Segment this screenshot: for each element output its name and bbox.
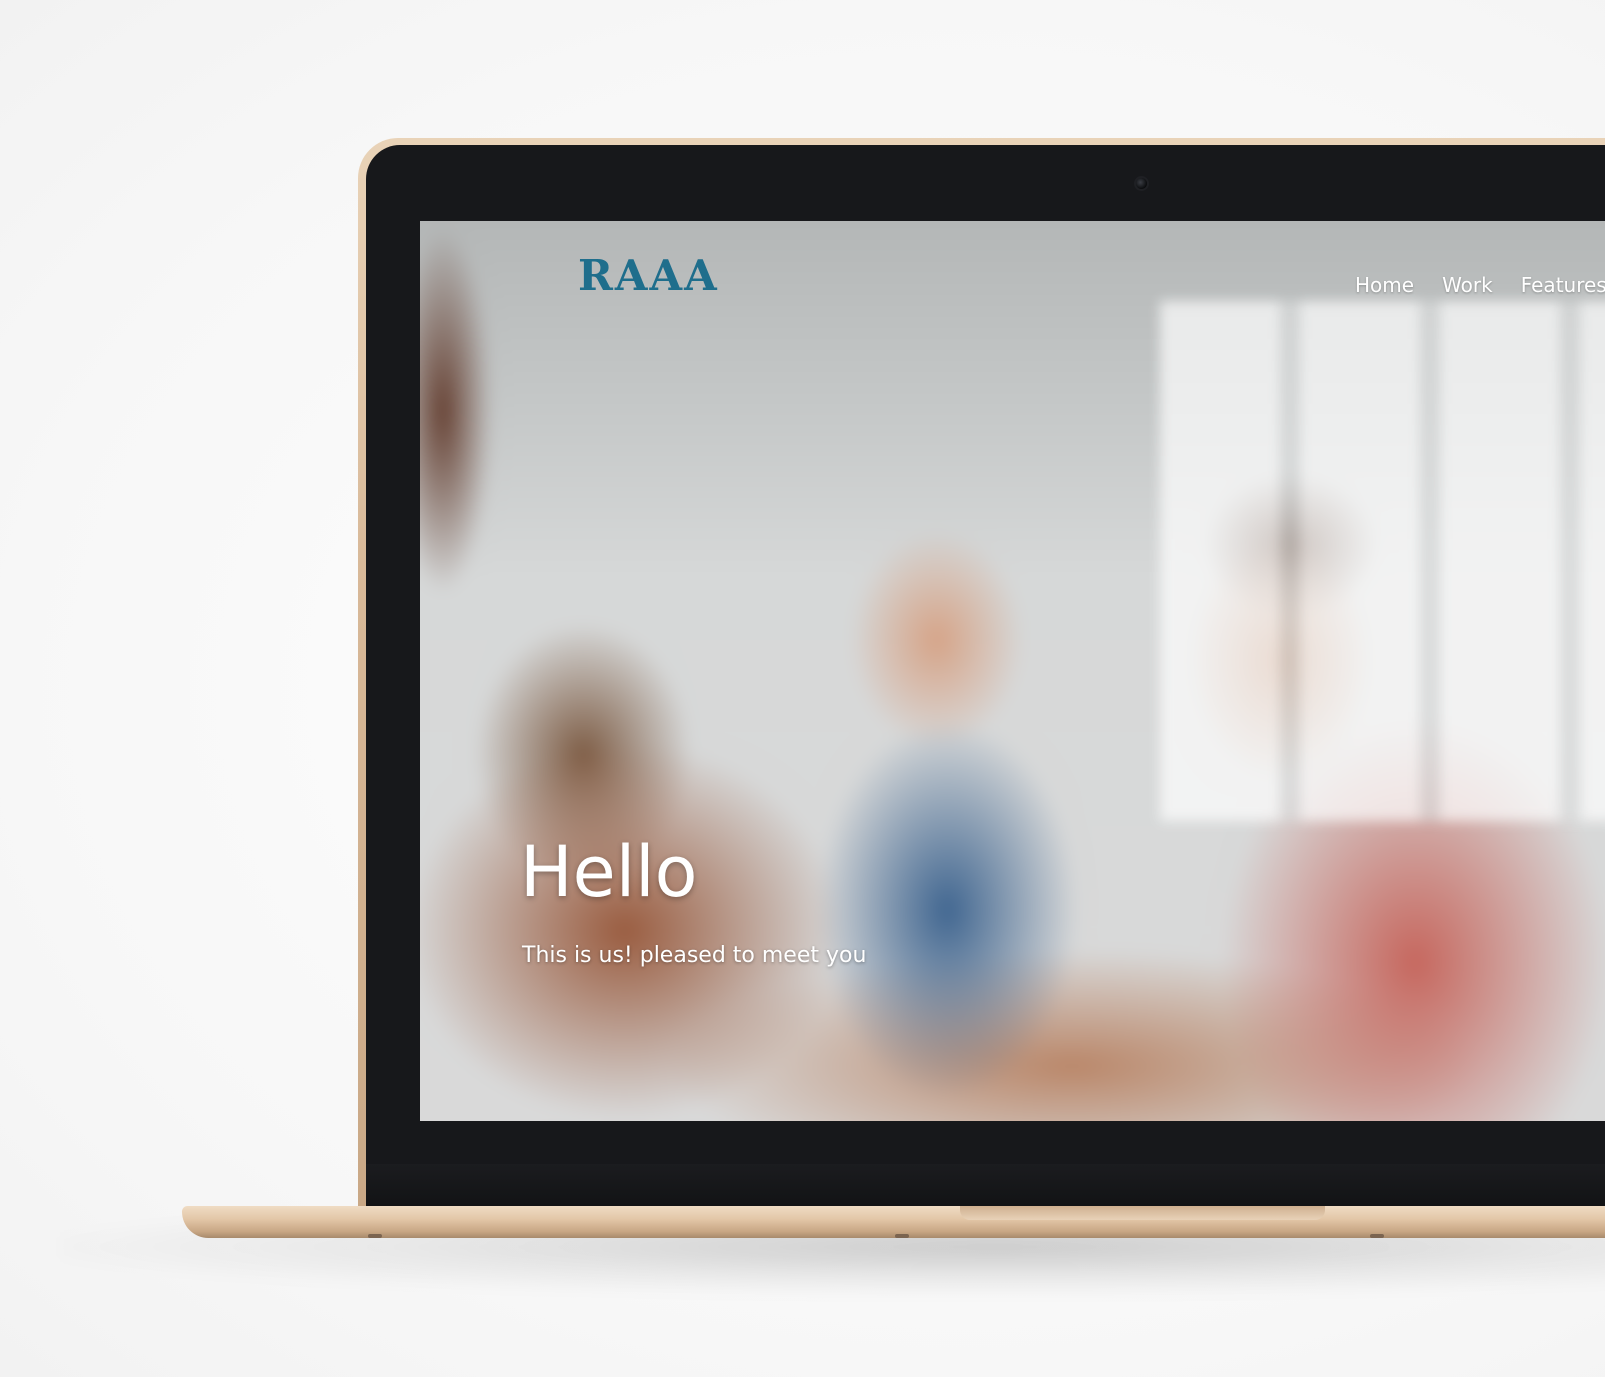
hero-background-window [1160, 301, 1605, 821]
laptop-base-notch [960, 1206, 1325, 1220]
laptop-foot [895, 1234, 909, 1238]
hero-title: Hello [520, 831, 698, 913]
nav-item-work[interactable]: Work [1442, 273, 1493, 297]
laptop-foot [1370, 1234, 1384, 1238]
laptop-foot [368, 1234, 382, 1238]
main-nav: Home Work Features [1355, 273, 1605, 297]
bezel-chin [366, 1164, 1605, 1206]
nav-item-features[interactable]: Features [1521, 273, 1605, 297]
webcam-icon [1136, 178, 1147, 189]
site-logo[interactable]: RAAA [578, 251, 719, 300]
hero-subtitle: This is us! pleased to meet you [522, 943, 867, 968]
nav-item-home[interactable]: Home [1355, 273, 1414, 297]
website-screen: RAAA Home Work Features Hello This is us… [420, 221, 1605, 1121]
mockup-stage: RAAA Home Work Features Hello This is us… [0, 0, 1605, 1377]
laptop-base [182, 1206, 1605, 1238]
